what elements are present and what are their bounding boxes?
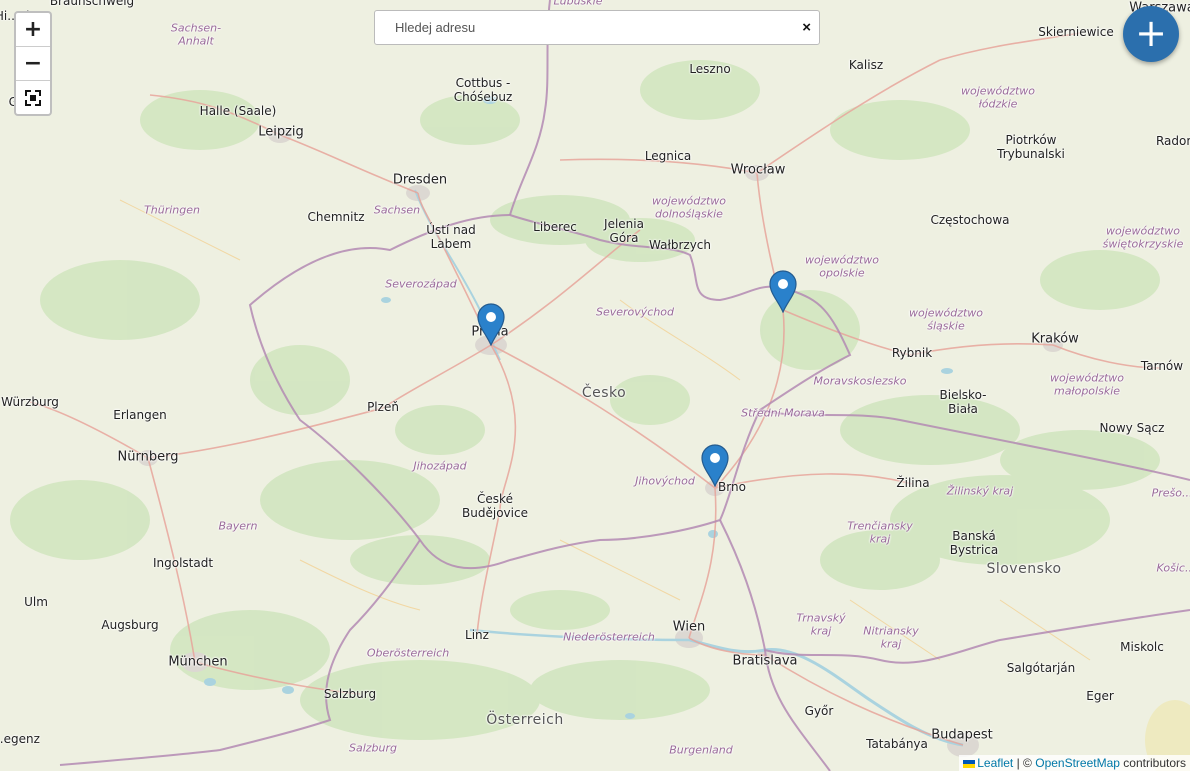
address-search: × [374,10,820,45]
map-label-malopolskie: województwo małopolskie [1049,371,1125,397]
map-label-legnica: Legnica [644,149,692,164]
map-label-trnavsky: Trnavský kraj [796,611,846,637]
map-label-sachsen-anhalt: Sachsen- Anhalt [170,21,222,47]
map-label-leszno: Leszno [689,62,731,77]
map-label-usti: Ústí nad Labem [426,223,476,251]
zoom-control: + − [14,11,52,116]
fullscreen-button[interactable] [16,81,50,114]
map-label-salzburg-region: Salzburg [348,741,398,755]
map-label-severovychod: Severovýchod [595,305,675,319]
ukraine-flag-icon [963,759,976,768]
map-label-bayern: Bayern [218,519,258,533]
map-label-piotrkow: Piotrków Trybunalski [997,133,1065,161]
map-label-braunschweig: Braunschweig [49,0,135,9]
map-label-skierniewice: Skierniewice [1038,25,1114,40]
map-label-presov: Prešo... [1151,486,1190,500]
map-label-salgotarjan: Salgótarján [1006,661,1076,676]
map-label-eger: Eger [1086,689,1114,704]
clear-icon[interactable]: × [802,19,811,36]
map-label-nowy-sacz: Nowy Sącz [1099,421,1165,436]
map-label-jihovychod: Jihovýchod [635,474,695,488]
map-label-czestochowa: Częstochowa [930,213,1010,228]
map-label-sachsen: Sachsen [373,203,421,217]
map-label-osterreich: Österreich [486,711,564,728]
map-label-plzen: Plzeň [367,400,399,415]
map-label-nurnberg: Nürnberg [117,449,179,465]
map-label-liberec: Liberec [533,220,577,235]
map-label-slovensko: Slovensko [986,560,1062,577]
marker-pin-icon [701,444,729,488]
map-label-dolnoslaskie: województwo dolnośląskie [651,194,727,220]
map-label-swietokrzyskie: województwo świętokrzyskie [1102,224,1184,250]
map-label-chemnitz: Chemnitz [307,210,365,225]
map-label-augsburg: Augsburg [101,618,159,633]
map-label-halle: Halle (Saale) [199,104,277,119]
map-label-slaskie: województwo śląskie [908,306,984,332]
map-label-cesko: Česko [581,384,627,401]
map-label-bielsko: Bielsko- Biała [939,388,987,416]
marker-pin-icon [769,270,797,314]
fullscreen-icon [25,90,41,106]
map-label-budapest: Budapest [931,727,993,743]
map-label-kalisz: Kalisz [848,58,884,73]
add-button[interactable]: + [1123,6,1179,62]
map-label-gyor: Győr [804,704,834,719]
map-label-oberosterreich: Oberösterreich [366,646,450,660]
map-label-cottbus: Cottbus - Chóśebuz [453,76,513,104]
map-label-walbrzych: Wałbrzych [648,238,712,253]
map-label-bratislava: Bratislava [732,653,798,669]
map-marker-opolskie[interactable] [768,269,798,314]
attribution: Leaflet | © OpenStreetMap contributors [959,755,1190,771]
map-label-tatabanya: Tatabánya [866,737,928,752]
map-label-wroclaw: Wrocław [730,162,786,178]
map-label-miskolc: Miskolc [1120,640,1164,655]
map-label-tarnow: Tarnów [1140,359,1184,374]
map-label-erlangen: Erlangen [113,408,167,423]
map-label-bregenz: ...egenz [0,732,40,747]
map-marker-praha[interactable] [476,302,506,347]
map-label-nitriansky: Nitriansky kraj [863,624,919,650]
map-label-rybnik: Rybnik [891,346,933,361]
map-label-wien: Wien [672,619,706,635]
map-label-munchen: München [168,654,228,670]
map-label-thuringen: Thüringen [144,203,200,217]
osm-link[interactable]: OpenStreetMap [1035,756,1120,770]
map-label-niederosterreich: Niederösterreich [563,630,655,644]
map-label-leipzig: Leipzig [258,124,304,140]
zoom-in-button[interactable]: + [16,13,50,47]
map-label-ingolstadt: Ingolstadt [152,556,214,571]
map[interactable]: BraunschweigHi...eimSachsen- AnhaltLubus… [0,0,1190,771]
map-label-stredni-morava: Střední Morava [741,406,825,420]
map-label-budejovice: České Budějovice [462,492,528,520]
map-label-trenciansky: Trenčiansky kraj [847,519,913,545]
map-label-banska: Banská Bystrica [949,529,999,557]
map-label-ulm: Ulm [24,595,48,610]
leaflet-link[interactable]: Leaflet [977,756,1013,770]
marker-pin-icon [477,303,505,347]
attribution-suffix: contributors [1123,756,1186,770]
map-label-lubuskie: Lubuskie [553,0,603,8]
attribution-separator: | © [1016,756,1032,770]
map-label-lodzkie: województwo łódzkie [960,84,1036,110]
map-label-wurzburg: Würzburg [1,395,59,410]
map-label-salzburg: Salzburg [323,687,377,702]
map-label-zilina: Žilina [896,476,930,491]
map-label-dresden: Dresden [392,172,448,188]
zoom-out-button[interactable]: − [16,47,50,81]
map-label-kosice: Košic... [1156,561,1190,575]
map-label-krakow: Kraków [1031,331,1079,347]
map-label-moravskoslezsko: Moravskoslezsko [813,374,907,388]
map-label-burgenland: Burgenland [669,743,733,757]
search-input[interactable] [393,19,777,36]
map-label-zilinsky: Žilinský kraj [946,484,1014,498]
map-label-jihozapad: Jihozápad [413,459,467,473]
map-label-jelenia: Jelenia Góra [604,217,644,245]
map-marker-brno[interactable] [700,443,730,488]
map-label-severozapad: Severozápad [385,277,457,291]
map-label-opolskie: województwo opolskie [804,253,880,279]
map-label-linz: Linz [465,628,489,643]
map-label-radom: Radom [1155,134,1190,149]
